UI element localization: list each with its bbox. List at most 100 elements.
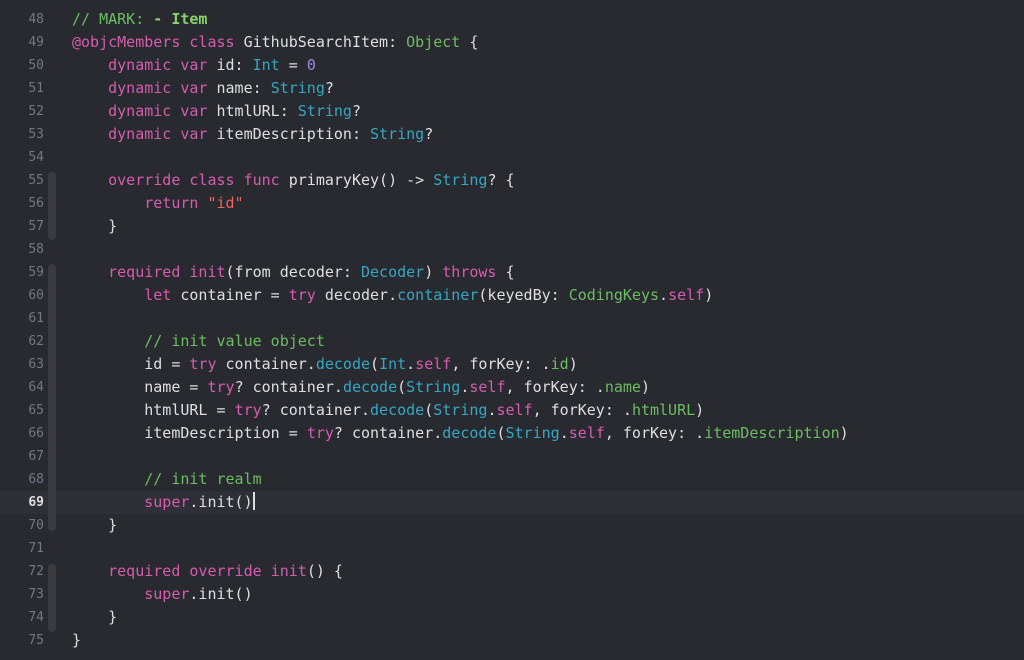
- code-line-71[interactable]: 71: [0, 537, 1024, 560]
- code-text[interactable]: required override init() {: [72, 560, 343, 583]
- code-line-62[interactable]: 62 // init value object: [0, 330, 1024, 353]
- line-number[interactable]: 64: [0, 376, 44, 399]
- code-text[interactable]: htmlURL = try? container.decode(String.s…: [72, 399, 704, 422]
- code-line-64[interactable]: 64 name = try? container.decode(String.s…: [0, 376, 1024, 399]
- code-text[interactable]: // init value object: [72, 330, 325, 353]
- code-line-53[interactable]: 53 dynamic var itemDescription: String?: [0, 123, 1024, 146]
- code-token: self: [496, 401, 533, 419]
- code-token: var: [180, 102, 208, 120]
- code-token: , forKey: .: [505, 378, 605, 396]
- code-text[interactable]: let container = try decoder.container(ke…: [72, 284, 713, 307]
- code-line-70[interactable]: 70 }: [0, 514, 1024, 537]
- line-number[interactable]: 74: [0, 606, 44, 629]
- code-text[interactable]: return "id": [72, 192, 243, 215]
- code-line-67[interactable]: 67: [0, 445, 1024, 468]
- code-line-56[interactable]: 56 return "id": [0, 192, 1024, 215]
- line-number[interactable]: 49: [0, 31, 44, 54]
- code-line-52[interactable]: 52 dynamic var htmlURL: String?: [0, 100, 1024, 123]
- code-text[interactable]: dynamic var itemDescription: String?: [72, 123, 433, 146]
- code-editor[interactable]: 48 // MARK: - Item 49 @objcMembers class Gi…: [0, 0, 1024, 660]
- code-text[interactable]: }: [72, 215, 117, 238]
- code-text[interactable]: // MARK: - Item: [72, 8, 207, 31]
- code-line-55[interactable]: 55 override class func primaryKey() -> S…: [0, 169, 1024, 192]
- code-text[interactable]: name = try? container.decode(String.self…: [72, 376, 650, 399]
- code-text[interactable]: @objcMembers class GithubSearchItem: Obj…: [72, 31, 478, 54]
- code-line-51[interactable]: 51 dynamic var name: String?: [0, 77, 1024, 100]
- code-line-49[interactable]: 49 @objcMembers class GithubSearchItem: O…: [0, 31, 1024, 54]
- code-text[interactable]: itemDescription = try? container.decode(…: [72, 422, 848, 445]
- line-number[interactable]: 57: [0, 215, 44, 238]
- line-number[interactable]: 56: [0, 192, 44, 215]
- line-number[interactable]: 75: [0, 629, 44, 652]
- code-text[interactable]: }: [72, 606, 117, 629]
- code-line-61[interactable]: 61: [0, 307, 1024, 330]
- line-number[interactable]: 52: [0, 100, 44, 123]
- code-line-75[interactable]: 75}: [0, 629, 1024, 652]
- code-text[interactable]: required init(from decoder: Decoder) thr…: [72, 261, 514, 284]
- code-text[interactable]: dynamic var name: String?: [72, 77, 334, 100]
- line-number[interactable]: 48: [0, 8, 44, 31]
- code-token: (keyedBy:: [478, 286, 569, 304]
- code-line-68[interactable]: 68 // init realm: [0, 468, 1024, 491]
- text-cursor: [252, 492, 255, 510]
- line-number[interactable]: 62: [0, 330, 44, 353]
- fold-ribbon-primarykey[interactable]: [48, 172, 56, 240]
- line-number[interactable]: 69: [0, 491, 44, 514]
- code-line-50[interactable]: 50 dynamic var id: Int = 0: [0, 54, 1024, 77]
- line-number[interactable]: 61: [0, 307, 44, 330]
- code-token: try: [288, 286, 316, 304]
- code-line-58[interactable]: 58: [0, 238, 1024, 261]
- line-number[interactable]: 51: [0, 77, 44, 100]
- code-token: return: [144, 194, 199, 212]
- code-line-65[interactable]: 65 htmlURL = try? container.decode(Strin…: [0, 399, 1024, 422]
- code-text[interactable]: // init realm: [72, 468, 261, 491]
- line-number[interactable]: 66: [0, 422, 44, 445]
- code-text[interactable]: }: [72, 629, 81, 652]
- line-number[interactable]: 53: [0, 123, 44, 146]
- code-line-73[interactable]: 73 super.init(): [0, 583, 1024, 606]
- code-line-69[interactable]: 69 super.init(): [0, 491, 1024, 514]
- code-line-60[interactable]: 60 let container = try decoder.container…: [0, 284, 1024, 307]
- code-text[interactable]: id = try container.decode(Int.self, forK…: [72, 353, 578, 376]
- line-number[interactable]: 54: [0, 146, 44, 169]
- code-text[interactable]: override class func primaryKey() -> Stri…: [72, 169, 514, 192]
- code-token: Int: [379, 355, 407, 373]
- fold-ribbon-init[interactable]: [48, 564, 56, 632]
- line-number[interactable]: 55: [0, 169, 44, 192]
- code-token: htmlURL =: [72, 401, 235, 419]
- code-line-72[interactable]: 72 required override init() {: [0, 560, 1024, 583]
- code-token: htmlURL: [631, 401, 696, 419]
- code-text[interactable]: super.init(): [72, 491, 255, 514]
- line-number[interactable]: 73: [0, 583, 44, 606]
- line-number[interactable]: 65: [0, 399, 44, 422]
- code-line-63[interactable]: 63 id = try container.decode(Int.self, f…: [0, 353, 1024, 376]
- code-token: var: [180, 79, 208, 97]
- code-token: init: [189, 263, 226, 281]
- code-line-57[interactable]: 57 }: [0, 215, 1024, 238]
- line-number[interactable]: 70: [0, 514, 44, 537]
- code-text[interactable]: dynamic var htmlURL: String?: [72, 100, 361, 123]
- line-number[interactable]: 60: [0, 284, 44, 307]
- line-number[interactable]: 50: [0, 54, 44, 77]
- line-number[interactable]: 68: [0, 468, 44, 491]
- code-line-54[interactable]: 54: [0, 146, 1024, 169]
- code-text[interactable]: dynamic var id: Int = 0: [72, 54, 316, 77]
- fold-ribbon-init-decoder[interactable]: [48, 264, 56, 531]
- code-token: .init(): [189, 585, 253, 603]
- line-number[interactable]: 67: [0, 445, 44, 468]
- line-number[interactable]: 71: [0, 537, 44, 560]
- code-line-74[interactable]: 74 }: [0, 606, 1024, 629]
- line-number[interactable]: 59: [0, 261, 44, 284]
- line-number[interactable]: 63: [0, 353, 44, 376]
- line-number[interactable]: 58: [0, 238, 44, 261]
- line-number[interactable]: 72: [0, 560, 44, 583]
- code-text[interactable]: }: [72, 514, 117, 537]
- code-line-48[interactable]: 48 // MARK: - Item: [0, 8, 1024, 31]
- code-token: ): [568, 355, 578, 373]
- code-text[interactable]: super.init(): [72, 583, 253, 606]
- code-line-66[interactable]: 66 itemDescription = try? container.deco…: [0, 422, 1024, 445]
- code-line-59[interactable]: 59 required init(from decoder: Decoder) …: [0, 261, 1024, 284]
- code-token: String: [505, 424, 560, 442]
